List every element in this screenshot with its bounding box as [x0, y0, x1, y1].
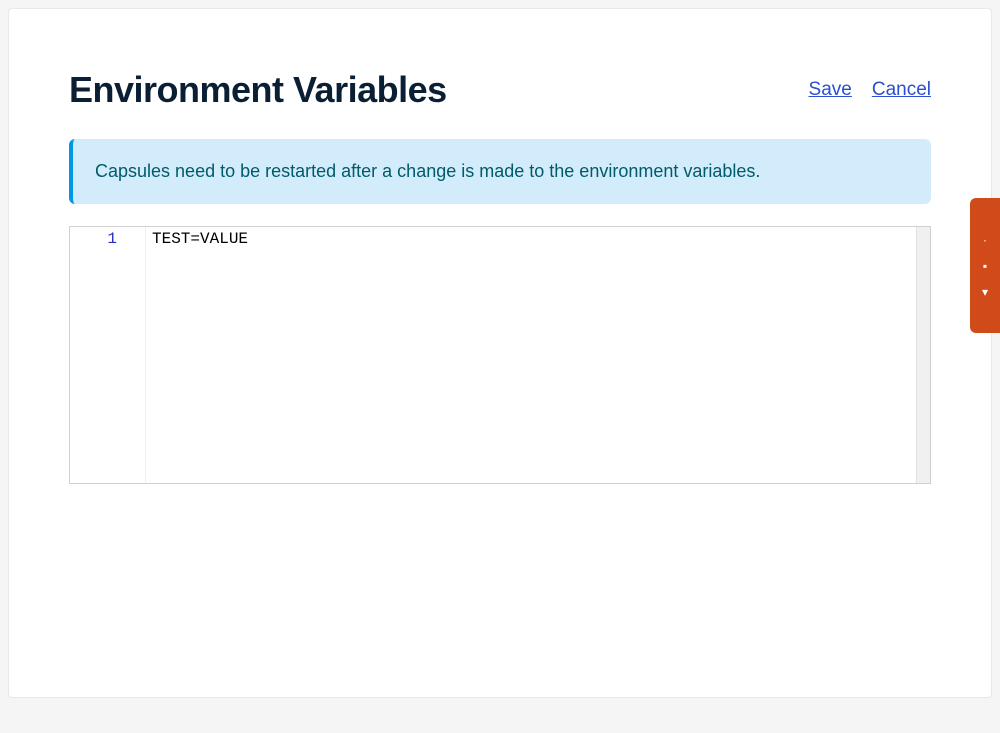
info-banner: Capsules need to be restarted after a ch… — [69, 139, 931, 204]
header-actions: Save Cancel — [809, 79, 931, 101]
side-tab-mark-1: · — [983, 234, 987, 246]
code-editor[interactable]: 1 — [69, 226, 931, 484]
editor-gutter: 1 — [70, 227, 146, 483]
editor-content[interactable] — [146, 227, 916, 483]
side-tab-mark-2: ▪ — [983, 260, 987, 272]
line-number: 1 — [78, 229, 117, 249]
page-title: Environment Variables — [69, 69, 447, 111]
feedback-side-tab[interactable]: · ▪ ▾ — [970, 198, 1000, 333]
side-tab-mark-3: ▾ — [982, 286, 988, 298]
header: Environment Variables Save Cancel — [69, 69, 931, 111]
save-button[interactable]: Save — [809, 79, 852, 101]
cancel-button[interactable]: Cancel — [872, 79, 931, 101]
info-banner-text: Capsules need to be restarted after a ch… — [95, 159, 909, 184]
scrollbar-track[interactable] — [916, 227, 930, 483]
settings-card: Environment Variables Save Cancel Capsul… — [8, 8, 992, 698]
